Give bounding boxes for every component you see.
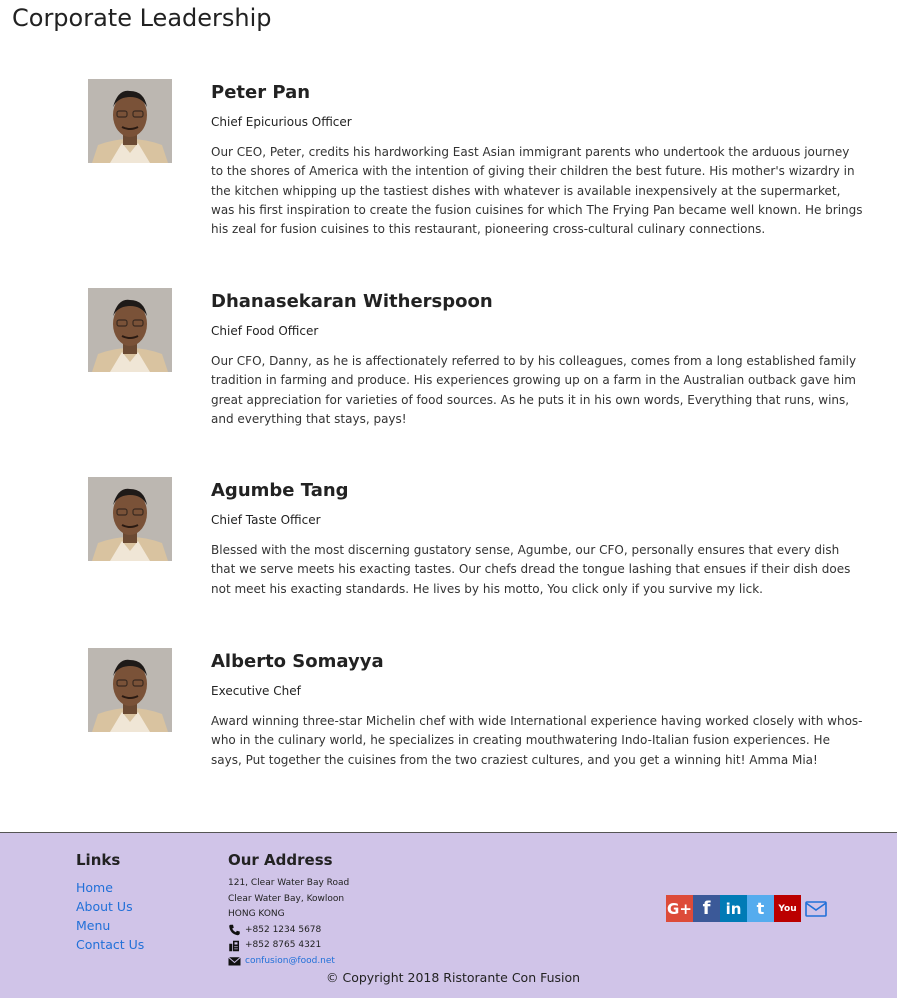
footer-links: Home About Us Menu Contact Us: [76, 878, 144, 954]
twitter-icon[interactable]: t: [747, 895, 774, 922]
google-plus-icon[interactable]: G+: [666, 895, 693, 922]
phone-row: +852 1234 5678: [228, 923, 349, 939]
fax-icon: [229, 940, 239, 951]
linkedin-icon[interactable]: in: [720, 895, 747, 922]
email-row: confusion@food.net: [228, 954, 349, 970]
footer: Links Home About Us Menu Contact Us Our …: [0, 832, 897, 998]
footer-link-item: Menu: [76, 916, 144, 935]
footer-link-item: Contact Us: [76, 935, 144, 954]
leader-name: Dhanasekaran Witherspoon: [211, 291, 493, 312]
leader-name: Alberto Somayya: [211, 651, 384, 672]
about-us-link[interactable]: About Us: [76, 899, 133, 914]
leader-photo: [88, 288, 172, 372]
address-heading: Our Address: [228, 851, 333, 869]
address-line: 121, Clear Water Bay Road: [228, 878, 350, 888]
fax-number: +852 8765 4321: [245, 940, 322, 950]
leader-name: Peter Pan: [211, 82, 311, 103]
leader-role: Chief Epicurious Officer: [211, 115, 352, 129]
phone-icon: [229, 925, 240, 936]
leader-bio: Our CEO, Peter, credits his hardworking …: [211, 145, 863, 237]
mail-button[interactable]: [801, 895, 831, 922]
menu-link[interactable]: Menu: [76, 918, 110, 933]
address-line: HONG KONG: [228, 909, 285, 919]
youtube-icon[interactable]: You: [774, 895, 801, 922]
home-link[interactable]: Home: [76, 880, 113, 895]
fax-row: +852 8765 4321: [228, 938, 349, 954]
phone-number: +852 1234 5678: [245, 924, 322, 935]
social-buttons: G+ f in t You: [666, 895, 831, 922]
email-link[interactable]: confusion@food.net: [245, 954, 335, 970]
leader-photo: [88, 477, 172, 561]
leader-photo: [88, 648, 172, 732]
contact-us-link[interactable]: Contact Us: [76, 937, 144, 952]
envelope-icon: [228, 957, 241, 966]
address-block: 121, Clear Water Bay Road Clear Water Ba…: [228, 876, 349, 969]
address-line: Clear Water Bay, Kowloon: [228, 893, 345, 904]
leader-role: Executive Chef: [211, 684, 301, 698]
copyright-text: © Copyright 2018 Ristorante Con Fusion: [326, 970, 581, 985]
footer-link-item: About Us: [76, 897, 144, 916]
page-title: Corporate Leadership: [12, 4, 272, 32]
leader-name: Agumbe Tang: [211, 480, 349, 501]
envelope-outline-icon: [805, 900, 827, 917]
leader-role: Chief Taste Officer: [211, 513, 321, 527]
leader-photo: [88, 79, 172, 163]
leader-role: Chief Food Officer: [211, 324, 319, 338]
links-heading: Links: [76, 851, 121, 869]
facebook-icon[interactable]: f: [693, 895, 720, 922]
leader-bio: Blessed with the most discerning gustato…: [211, 543, 851, 596]
footer-link-item: Home: [76, 878, 144, 897]
leader-bio: Award winning three-star Michelin chef w…: [211, 714, 863, 767]
leader-bio: Our CFO, Danny, as he is affectionately …: [211, 354, 857, 426]
